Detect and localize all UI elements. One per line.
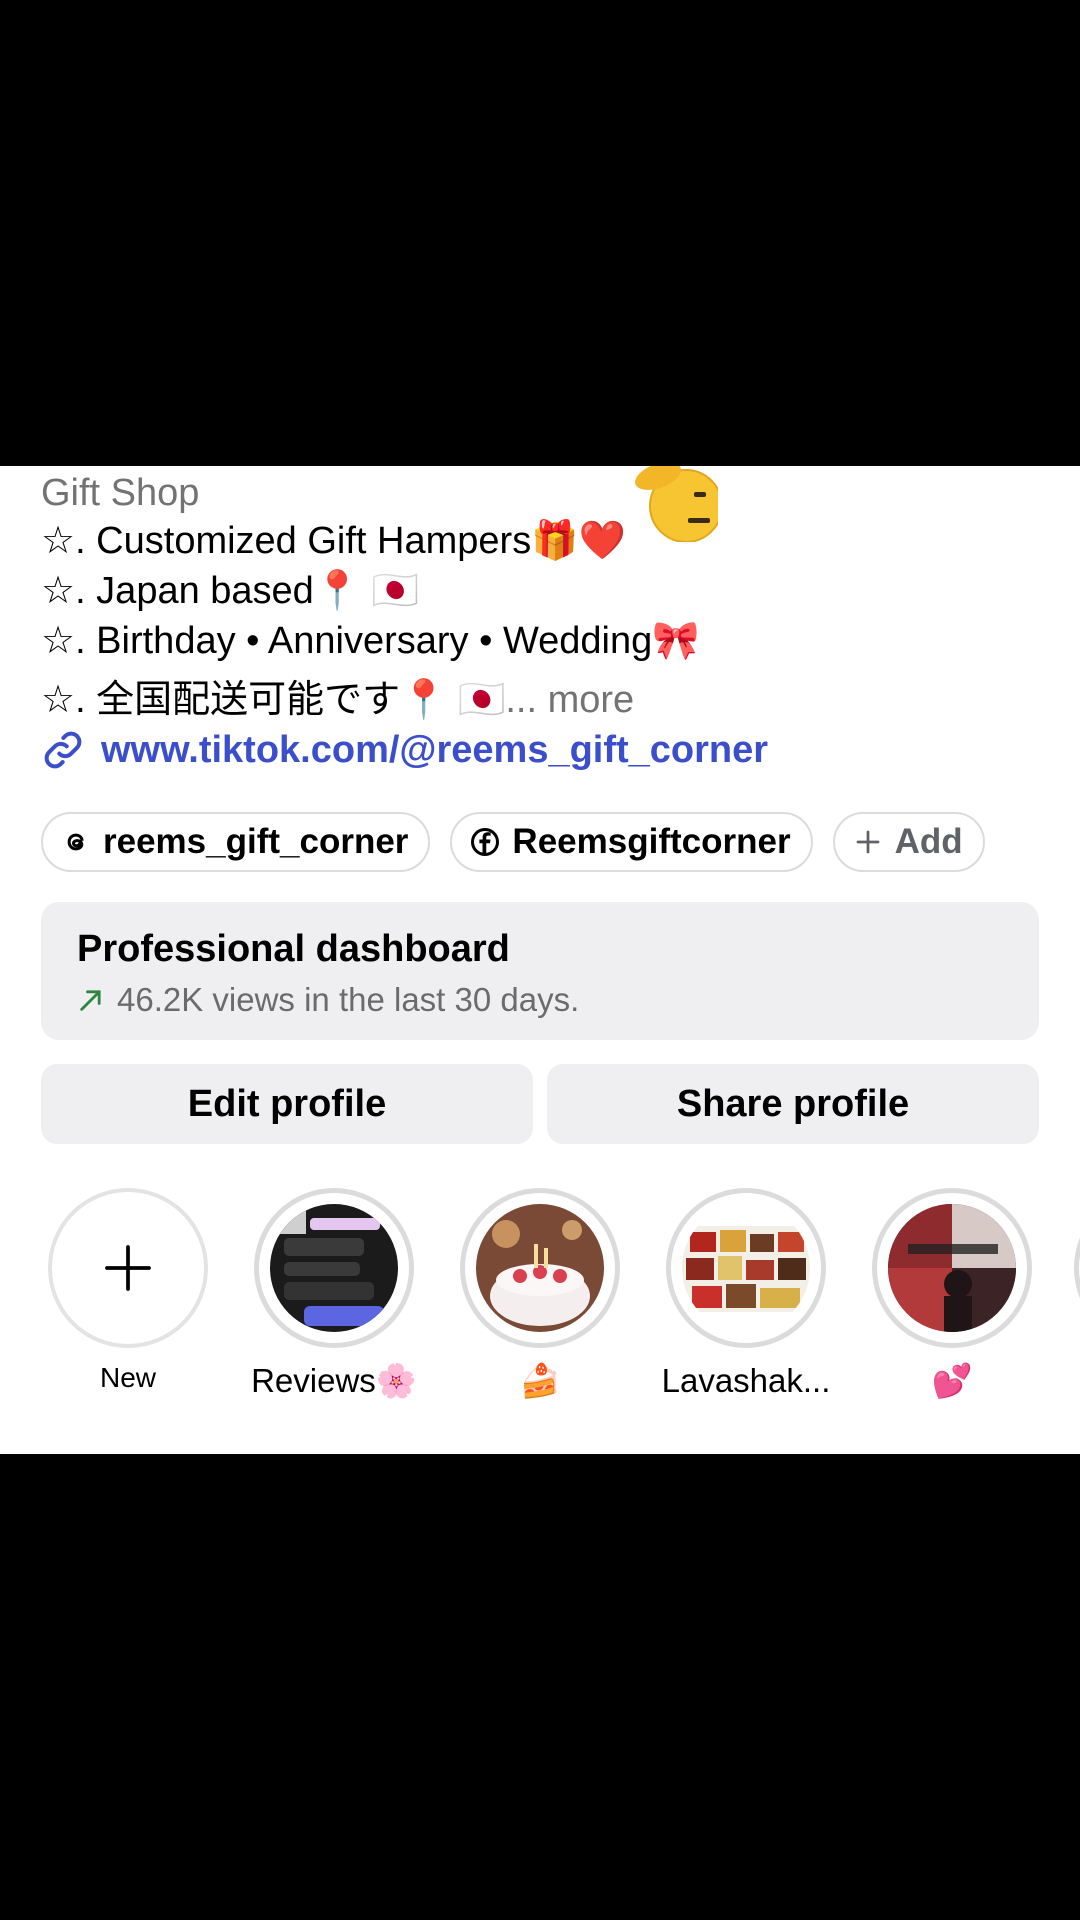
highlight-cover	[682, 1204, 810, 1332]
bio-line-4: ☆. 全国配送可能です📍 🇯🇵	[41, 679, 506, 721]
highlight-label: Reviews🌸	[251, 1362, 417, 1399]
highlight-cake[interactable]: 🍰	[440, 1188, 640, 1401]
profile-link-text: www.tiktok.com/@reems_gift_corner	[101, 728, 769, 771]
highlight-ring	[460, 1188, 620, 1348]
facebook-icon	[471, 828, 500, 856]
saluting-face-sticker	[635, 466, 718, 542]
bio-line-4-row: ☆. 全国配送可能です📍 🇯🇵... more	[41, 668, 634, 723]
plus-icon	[856, 830, 879, 854]
highlight-label: Lavashak...	[661, 1362, 831, 1399]
bio-line-1: ☆. Customized Gift Hampers🎁❤️	[41, 520, 626, 562]
highlight-new-ring	[48, 1188, 208, 1348]
facebook-chip-label: Reemsgiftcorner	[512, 822, 791, 861]
profile-category: Gift Shop	[41, 472, 200, 514]
link-icon	[44, 731, 82, 769]
highlight-reviews[interactable]: Reviews🌸	[234, 1188, 434, 1401]
bio-line-2: ☆. Japan based📍 🇯🇵	[41, 570, 419, 612]
highlight-ring	[666, 1188, 826, 1348]
share-profile-button[interactable]: Share profile	[547, 1064, 1039, 1144]
highlight-cover	[476, 1204, 604, 1332]
highlight-new[interactable]: New	[28, 1188, 228, 1394]
story-highlights: New Reviews🌸 🍰 Lavashak... 💕	[0, 1188, 1080, 1418]
highlight-label: 🍰	[519, 1362, 561, 1399]
social-chips: reems_gift_corner Reemsgiftcorner Add	[41, 812, 985, 872]
threads-chip[interactable]: reems_gift_corner	[41, 812, 431, 872]
highlight-ring	[254, 1188, 414, 1348]
highlight-label: New	[99, 1362, 156, 1393]
highlight-label: 💕	[931, 1362, 973, 1399]
threads-icon	[67, 833, 84, 851]
add-link-label: Add	[894, 822, 963, 861]
dashboard-subtitle: 46.2K views in the last 30 days.	[117, 981, 580, 1018]
bio-line-3: ☆. Birthday • Anniversary • Wedding🎀	[41, 620, 700, 662]
profile-link[interactable]: www.tiktok.com/@reems_gift_corner	[41, 728, 768, 772]
edit-profile-button[interactable]: Edit profile	[41, 1064, 533, 1144]
highlight-cover	[888, 1204, 1016, 1332]
highlight-partial-next[interactable]	[1074, 1188, 1080, 1348]
dashboard-stats: 46.2K views in the last 30 days.	[77, 981, 1003, 1019]
highlight-ring	[872, 1188, 1032, 1348]
plus-icon	[105, 1245, 151, 1291]
threads-chip-label: reems_gift_corner	[103, 822, 409, 861]
facebook-chip[interactable]: Reemsgiftcorner	[450, 812, 813, 872]
highlight-lavashak[interactable]: Lavashak...	[646, 1188, 846, 1400]
professional-dashboard[interactable]: Professional dashboard 46.2K views in th…	[41, 902, 1039, 1040]
highlight-cover	[270, 1204, 398, 1332]
add-link-chip[interactable]: Add	[832, 812, 985, 872]
profile-panel: Gift Shop ☆. Customized Gift Hampers🎁❤️ …	[0, 466, 1080, 1454]
highlight-hearts[interactable]: 💕	[852, 1188, 1052, 1401]
dashboard-title: Professional dashboard	[77, 928, 510, 970]
trend-up-arrow-icon	[80, 990, 101, 1011]
bio-more-link[interactable]: ... more	[505, 679, 634, 721]
